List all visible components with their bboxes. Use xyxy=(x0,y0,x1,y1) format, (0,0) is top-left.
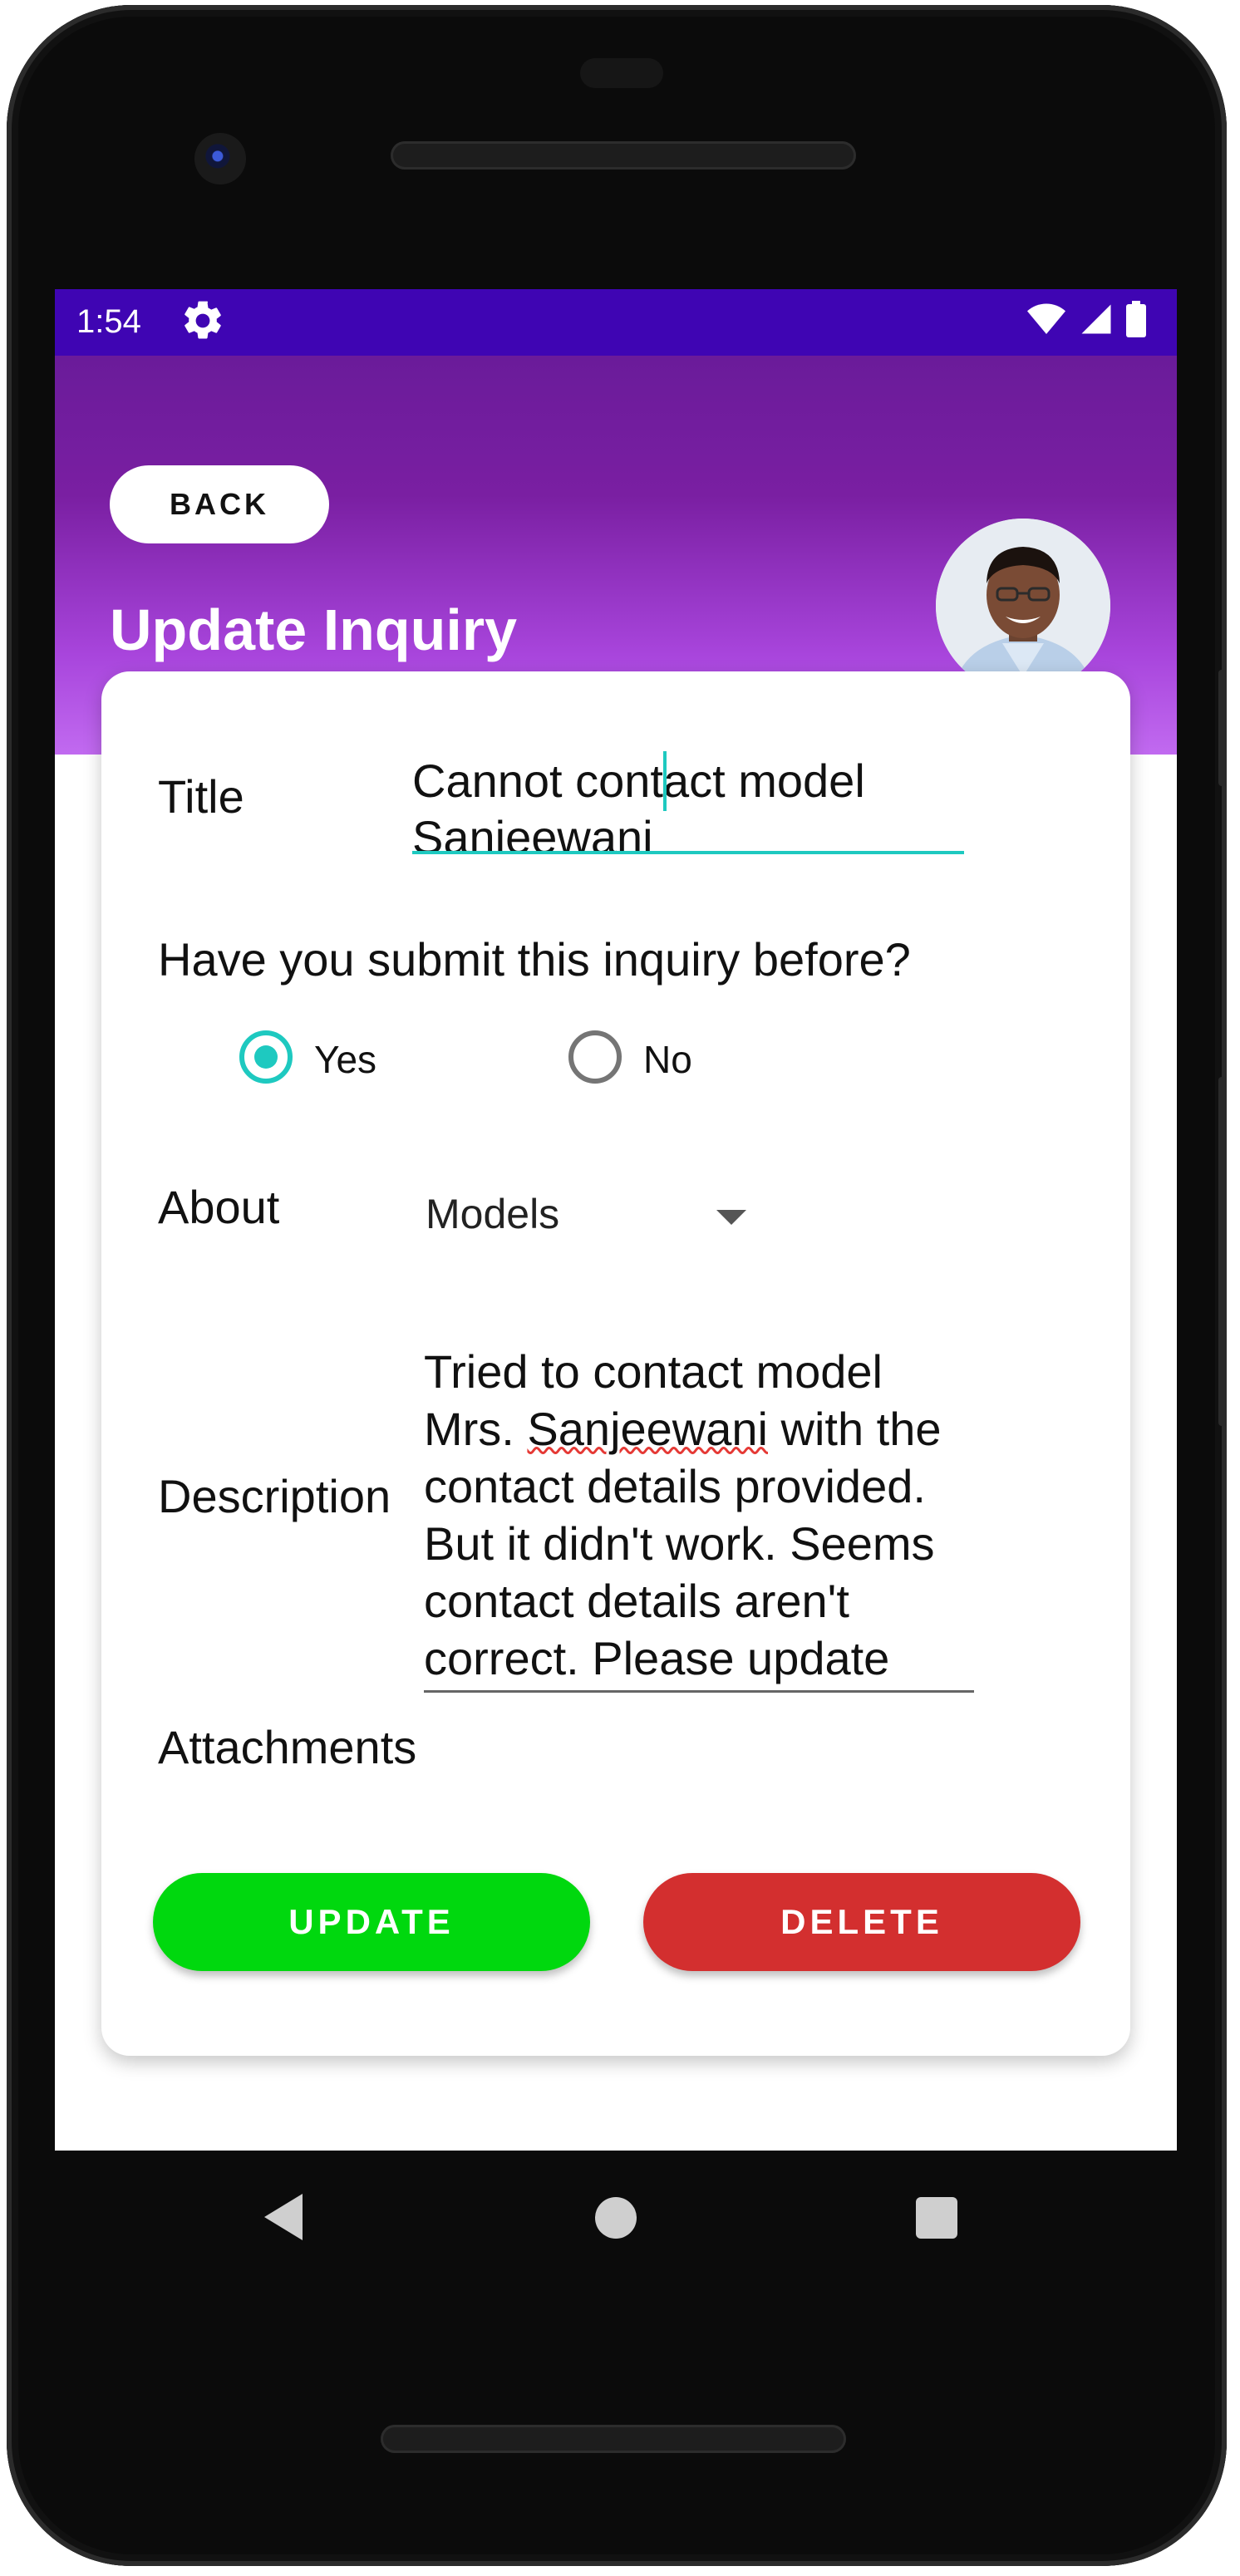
radio-no[interactable] xyxy=(568,1030,622,1084)
back-triangle-icon[interactable] xyxy=(264,2194,303,2240)
description-line-5: contact details aren't xyxy=(424,1575,849,1627)
description-label: Description xyxy=(158,1470,391,1522)
description-input[interactable]: Tried to contact model Mrs. Sanjeewani w… xyxy=(424,1343,974,1700)
avatar[interactable] xyxy=(936,519,1110,693)
title-value-line2: Sanjeewani xyxy=(412,811,653,851)
top-slot xyxy=(580,58,663,88)
volume-button xyxy=(1218,1077,1227,1426)
status-icons xyxy=(1026,301,1147,337)
title-value-line1: Cannot contact model xyxy=(412,755,865,807)
about-label: About xyxy=(158,1181,280,1233)
delete-button[interactable]: DELETE xyxy=(643,1873,1080,1971)
misspelled-word: Sanjeewani xyxy=(527,1403,768,1455)
radio-yes[interactable] xyxy=(239,1030,293,1084)
description-line-1: Tried to contact model xyxy=(424,1345,883,1398)
inquiry-form-card: Title Cannot contact model Sanjeewani Ha… xyxy=(101,671,1130,2056)
about-value: Models xyxy=(426,1191,560,1237)
title-label: Title xyxy=(158,770,244,823)
bottom-speaker xyxy=(381,2425,846,2453)
radio-yes-label[interactable]: Yes xyxy=(314,1037,376,1082)
title-input[interactable]: Cannot contact model Sanjeewani xyxy=(412,751,964,868)
front-camera xyxy=(194,133,246,184)
settings-icon xyxy=(185,301,221,339)
description-line-2: Mrs. Sanjeewani with the xyxy=(424,1403,942,1455)
app-screen: 1:54 BACK Update Inquiry Title Cannot co… xyxy=(55,289,1177,2151)
status-bar: 1:54 xyxy=(55,289,1177,356)
recents-square-icon[interactable] xyxy=(916,2197,957,2239)
wifi-icon xyxy=(1027,303,1065,334)
text-cursor xyxy=(663,751,667,811)
description-line-6: correct. Please update xyxy=(424,1632,890,1684)
battery-icon xyxy=(1126,301,1146,337)
status-time: 1:54 xyxy=(76,303,141,340)
home-circle-icon[interactable] xyxy=(595,2197,637,2239)
description-underline xyxy=(424,1690,974,1693)
question-label: Have you submit this inquiry before? xyxy=(158,933,911,986)
cellular-signal-icon xyxy=(1081,304,1111,334)
back-button[interactable]: BACK xyxy=(110,465,329,543)
avatar-photo xyxy=(936,519,1110,693)
page-title: Update Inquiry xyxy=(110,597,518,662)
title-value-clip: Sanjeewani xyxy=(412,809,964,851)
description-line-4: But it didn't work. Seems xyxy=(424,1517,935,1570)
about-dropdown[interactable]: Models xyxy=(421,1178,770,1245)
title-underline xyxy=(412,851,964,854)
earpiece-speaker xyxy=(391,141,856,170)
description-line-3: contact details provided. xyxy=(424,1460,926,1512)
update-button[interactable]: UPDATE xyxy=(153,1873,590,1971)
chevron-down-icon xyxy=(716,1210,746,1225)
radio-no-label[interactable]: No xyxy=(643,1037,692,1082)
power-button xyxy=(1218,670,1227,786)
attachments-label: Attachments xyxy=(158,1721,417,1773)
